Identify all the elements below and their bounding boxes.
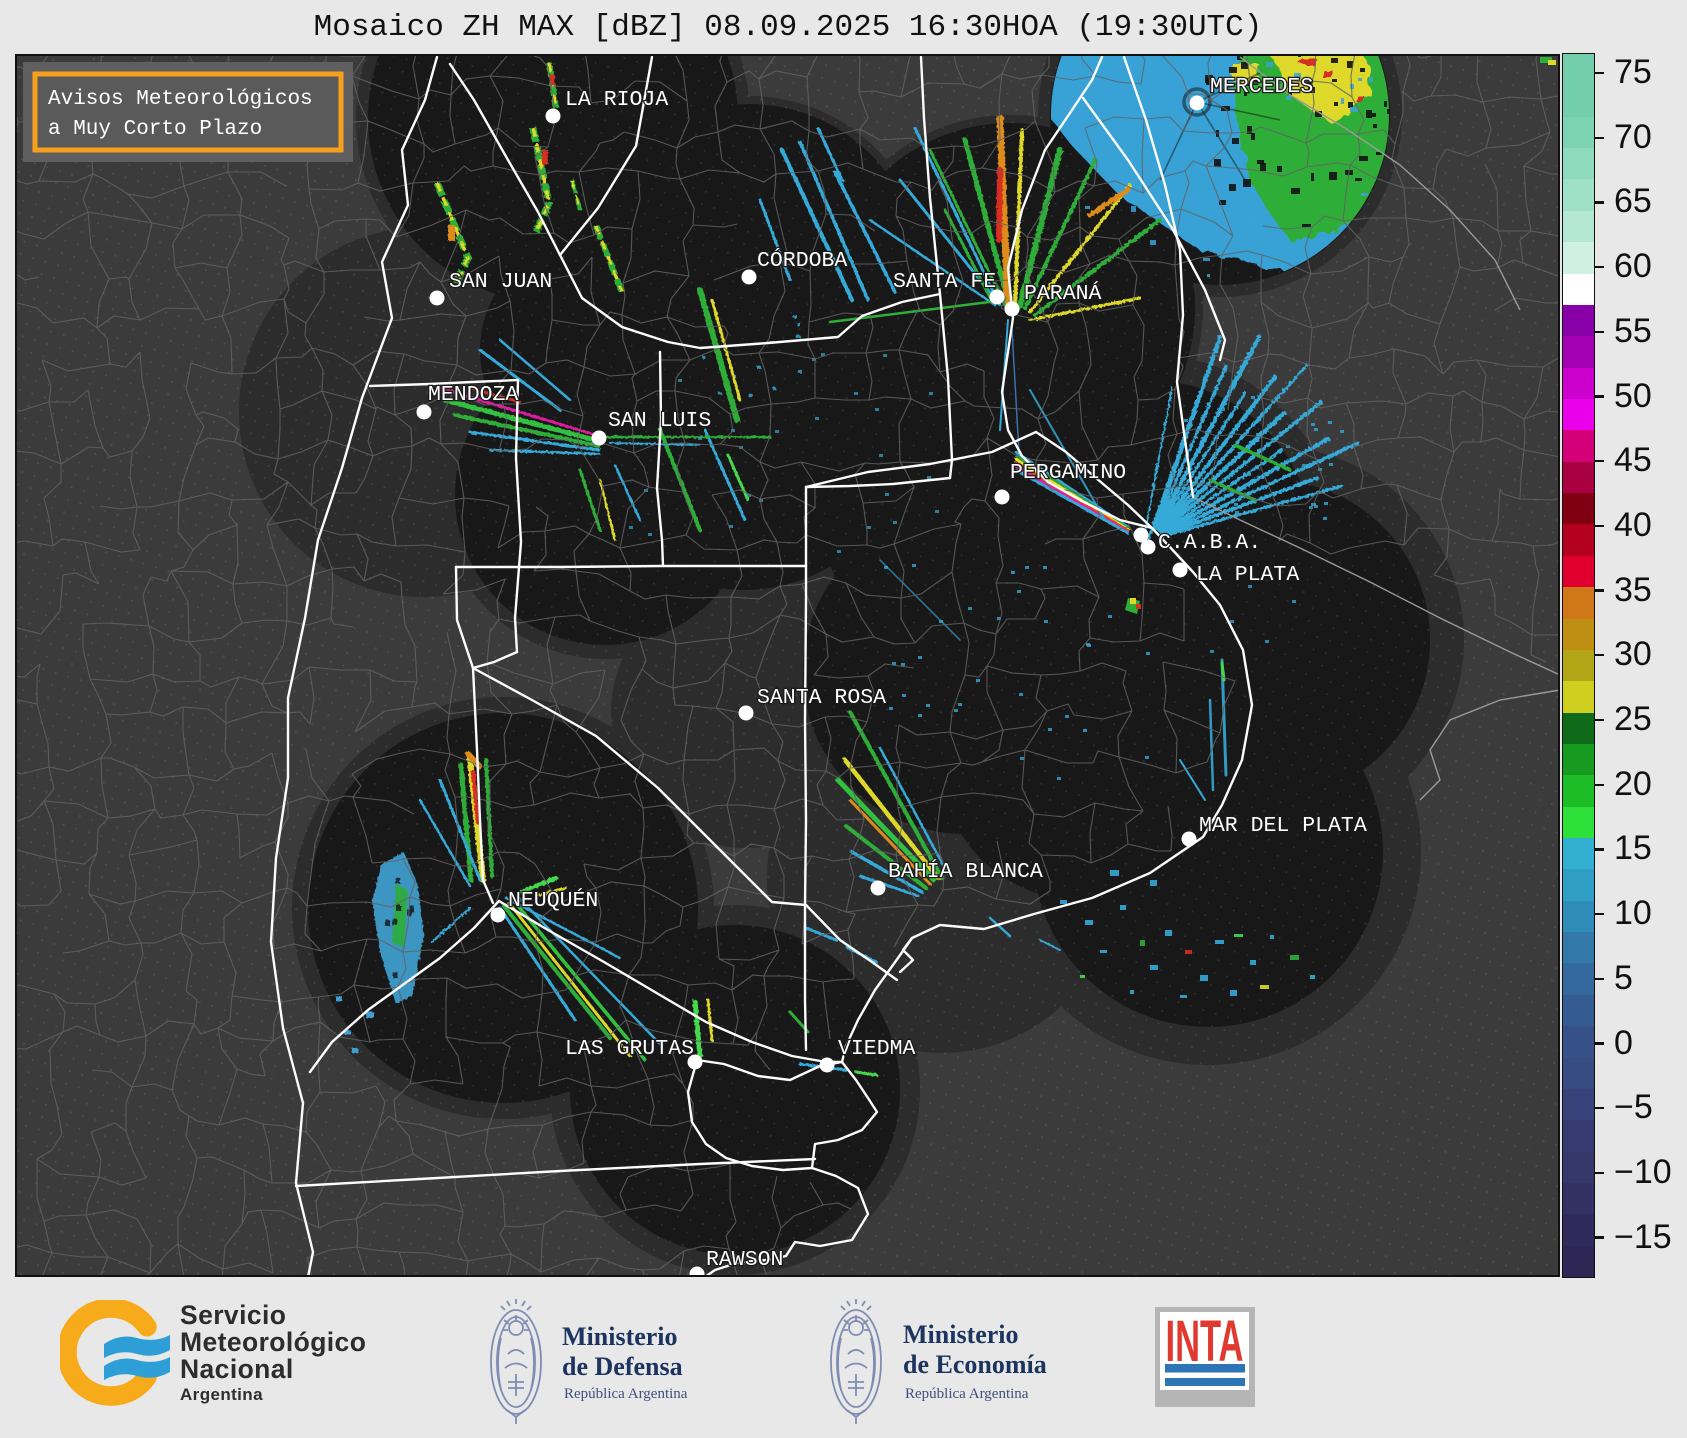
svg-text:LA PLATA: LA PLATA xyxy=(1196,563,1299,587)
svg-text:SANTA FE: SANTA FE xyxy=(893,270,996,294)
svg-text:Argentina: Argentina xyxy=(180,1385,263,1404)
svg-text:C.A.B.A.: C.A.B.A. xyxy=(1158,531,1261,555)
svg-text:Meteorológico: Meteorológico xyxy=(180,1327,366,1357)
svg-text:RAWSON: RAWSON xyxy=(706,1248,783,1272)
svg-text:Nacional: Nacional xyxy=(180,1354,294,1384)
svg-text:MAR DEL PLATA: MAR DEL PLATA xyxy=(1199,814,1367,838)
svg-text:SAN LUIS: SAN LUIS xyxy=(608,409,711,433)
svg-text:Servicio: Servicio xyxy=(180,1300,286,1330)
svg-text:CÓRDOBA: CÓRDOBA xyxy=(757,247,847,273)
svg-text:LAS GRUTAS: LAS GRUTAS xyxy=(565,1037,694,1061)
svg-text:a Muy Corto Plazo: a Muy Corto Plazo xyxy=(48,118,262,141)
svg-text:SANTA ROSA: SANTA ROSA xyxy=(757,686,886,710)
svg-text:VIEDMA: VIEDMA xyxy=(838,1037,916,1061)
svg-text:LA RIOJA: LA RIOJA xyxy=(565,88,668,112)
svg-text:BAHÍA BLANCA: BAHÍA BLANCA xyxy=(888,858,1043,884)
svg-text:PERGAMINO: PERGAMINO xyxy=(1010,461,1126,485)
svg-text:PARANÁ: PARANÁ xyxy=(1024,280,1102,306)
svg-text:MENDOZA: MENDOZA xyxy=(428,383,518,407)
svg-text:SAN JUAN: SAN JUAN xyxy=(449,270,552,294)
svg-text:NEUQUÉN: NEUQUÉN xyxy=(508,887,598,913)
svg-text:MERCEDES: MERCEDES xyxy=(1210,75,1313,99)
svg-text:Avisos Meteorológicos: Avisos Meteorológicos xyxy=(48,88,313,111)
